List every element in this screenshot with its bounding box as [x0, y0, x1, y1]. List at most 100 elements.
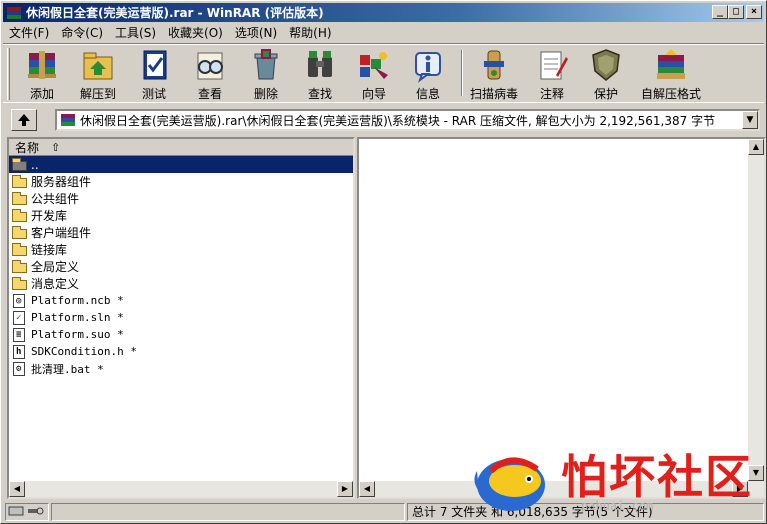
protect-shield-icon	[588, 47, 624, 83]
folder-icon	[12, 259, 28, 274]
virus-scan-button[interactable]: 扫描病毒	[467, 47, 521, 101]
header-file-icon: h	[12, 344, 28, 359]
suo-file-icon: ≡	[12, 327, 28, 342]
extract-to-button[interactable]: 解压到	[71, 47, 125, 101]
folder-icon	[12, 191, 28, 206]
menu-file[interactable]: 文件(F)	[3, 24, 55, 41]
menu-tools[interactable]: 工具(S)	[109, 24, 162, 41]
selection-status	[51, 503, 405, 521]
toolbar: 添加 解压到 测试 查看 删除 查找 向导 信息 扫描病毒 注释 保护 自解压格…	[3, 43, 764, 103]
comment-label: 注释	[539, 87, 564, 101]
comment-button[interactable]: 注释	[525, 47, 579, 101]
scroll-right-icon[interactable]: ▶	[337, 481, 353, 497]
info-button[interactable]: 信息	[401, 47, 455, 101]
extract-folder-icon	[80, 47, 116, 83]
wizard-label: 向导	[361, 87, 386, 101]
find-binoculars-icon	[302, 47, 338, 83]
comment-notepad-icon	[534, 47, 570, 83]
sfx-button[interactable]: 自解压格式	[639, 47, 703, 101]
protect-button[interactable]: 保护	[579, 47, 633, 101]
file-list-pane: 名称 ⇧ .. 服务器组件 公共组件 开发库 客户端组件 链接库 全局定义 消息…	[7, 137, 355, 499]
list-item-folder[interactable]: 全局定义	[9, 258, 353, 275]
list-item-label: Platform.suo *	[31, 328, 124, 341]
test-button[interactable]: 测试	[127, 47, 181, 101]
scroll-left-icon[interactable]: ◀	[359, 481, 375, 497]
drive-status[interactable]	[5, 503, 49, 521]
sort-up-icon: ⇧	[51, 140, 61, 154]
scroll-left-icon[interactable]: ◀	[9, 481, 25, 497]
info-label: 信息	[415, 87, 440, 101]
virus-scan-label: 扫描病毒	[469, 87, 518, 101]
sln-file-icon: ✓	[12, 310, 28, 325]
list-item-folder[interactable]: 服务器组件	[9, 173, 353, 190]
list-item-label: 消息定义	[31, 277, 80, 291]
sfx-label: 自解压格式	[640, 87, 701, 101]
list-item-label: 客户端组件	[31, 226, 92, 240]
close-button[interactable]: ×	[746, 5, 762, 19]
name-column-header[interactable]: 名称 ⇧	[9, 139, 353, 156]
watermark-text: 怕坏社区	[561, 450, 753, 504]
view-button[interactable]: 查看	[183, 47, 237, 101]
protect-label: 保护	[593, 87, 618, 101]
winrar-window: 休闲假日全套(完美运营版).rar - WinRAR (评估版本) _ □ × …	[0, 0, 767, 524]
horizontal-scrollbar[interactable]: ◀ ▶	[9, 481, 353, 497]
list-item-folder[interactable]: 开发库	[9, 207, 353, 224]
list-item-label: ..	[31, 157, 39, 172]
delete-label: 删除	[253, 87, 278, 101]
delete-button[interactable]: 删除	[239, 47, 293, 101]
menu-help[interactable]: 帮助(H)	[283, 24, 337, 41]
window-title: 休闲假日全套(完美运营版).rar - WinRAR (评估版本)	[26, 6, 324, 20]
path-combobox[interactable]: 休闲假日全套(完美运营版).rar\休闲假日全套(完美运营版)\系统模块 - R…	[55, 109, 760, 131]
fish-logo-icon	[474, 457, 545, 511]
folder-icon	[12, 225, 28, 240]
toolbar-grip[interactable]	[7, 48, 10, 100]
menu-commands[interactable]: 命令(C)	[55, 24, 109, 41]
wizard-button[interactable]: 向导	[347, 47, 401, 101]
view-glasses-icon	[192, 47, 228, 83]
list-item-file[interactable]: ≡ Platform.suo *	[9, 326, 353, 343]
list-item-parent[interactable]: ..	[9, 156, 353, 173]
folder-up-icon	[12, 157, 28, 172]
menu-options[interactable]: 选项(N)	[229, 24, 283, 41]
test-check-icon	[136, 47, 172, 83]
list-item-folder[interactable]: 公共组件	[9, 190, 353, 207]
folder-icon	[12, 242, 28, 257]
find-button[interactable]: 查找	[293, 47, 347, 101]
info-icon	[410, 47, 446, 83]
list-item-folder[interactable]: 客户端组件	[9, 224, 353, 241]
minimize-button[interactable]: _	[712, 5, 728, 19]
folder-icon	[12, 276, 28, 291]
list-item-label: SDKCondition.h *	[31, 345, 137, 358]
chevron-down-icon[interactable]: ▼	[742, 111, 758, 129]
list-item-label: 开发库	[31, 209, 68, 223]
list-item-file[interactable]: ⚙ 批清理.bat *	[9, 360, 353, 377]
scroll-up-icon[interactable]: ▲	[748, 139, 764, 155]
list-item-label: Platform.sln *	[31, 311, 124, 324]
list-item-file[interactable]: ◎ Platform.ncb *	[9, 292, 353, 309]
menu-favorites[interactable]: 收藏夹(O)	[162, 24, 229, 41]
list-item-folder[interactable]: 链接库	[9, 241, 353, 258]
list-item-label: 链接库	[31, 243, 68, 257]
list-item-label: 批清理.bat *	[31, 362, 104, 376]
maximize-button[interactable]: □	[728, 5, 744, 19]
list-item-file[interactable]: h SDKCondition.h *	[9, 343, 353, 360]
rar-archive-icon	[60, 112, 76, 128]
add-archive-icon	[24, 47, 60, 83]
list-item-label: Platform.ncb *	[31, 294, 124, 307]
sfx-archive-icon	[653, 47, 689, 83]
drive-key-icon	[8, 506, 44, 516]
folder-icon	[12, 208, 28, 223]
menu-bar: 文件(F) 命令(C) 工具(S) 收藏夹(O) 选项(N) 帮助(H)	[3, 23, 338, 42]
winrar-app-icon[interactable]	[6, 5, 22, 21]
title-bar[interactable]: 休闲假日全套(完美运营版).rar - WinRAR (评估版本) _ □ ×	[3, 3, 764, 22]
list-item-folder[interactable]: 消息定义	[9, 275, 353, 292]
name-column-label: 名称	[15, 140, 40, 155]
up-folder-button[interactable]	[11, 109, 37, 131]
address-bar: 休闲假日全套(完美运营版).rar\休闲假日全套(完美运营版)\系统模块 - R…	[3, 106, 764, 133]
list-item-file[interactable]: ✓ Platform.sln *	[9, 309, 353, 326]
list-item-label: 公共组件	[31, 192, 80, 206]
test-label: 测试	[141, 87, 166, 101]
extract-to-label: 解压到	[79, 87, 116, 101]
add-button[interactable]: 添加	[15, 47, 69, 101]
file-list: .. 服务器组件 公共组件 开发库 客户端组件 链接库 全局定义 消息定义 ◎ …	[9, 156, 353, 377]
